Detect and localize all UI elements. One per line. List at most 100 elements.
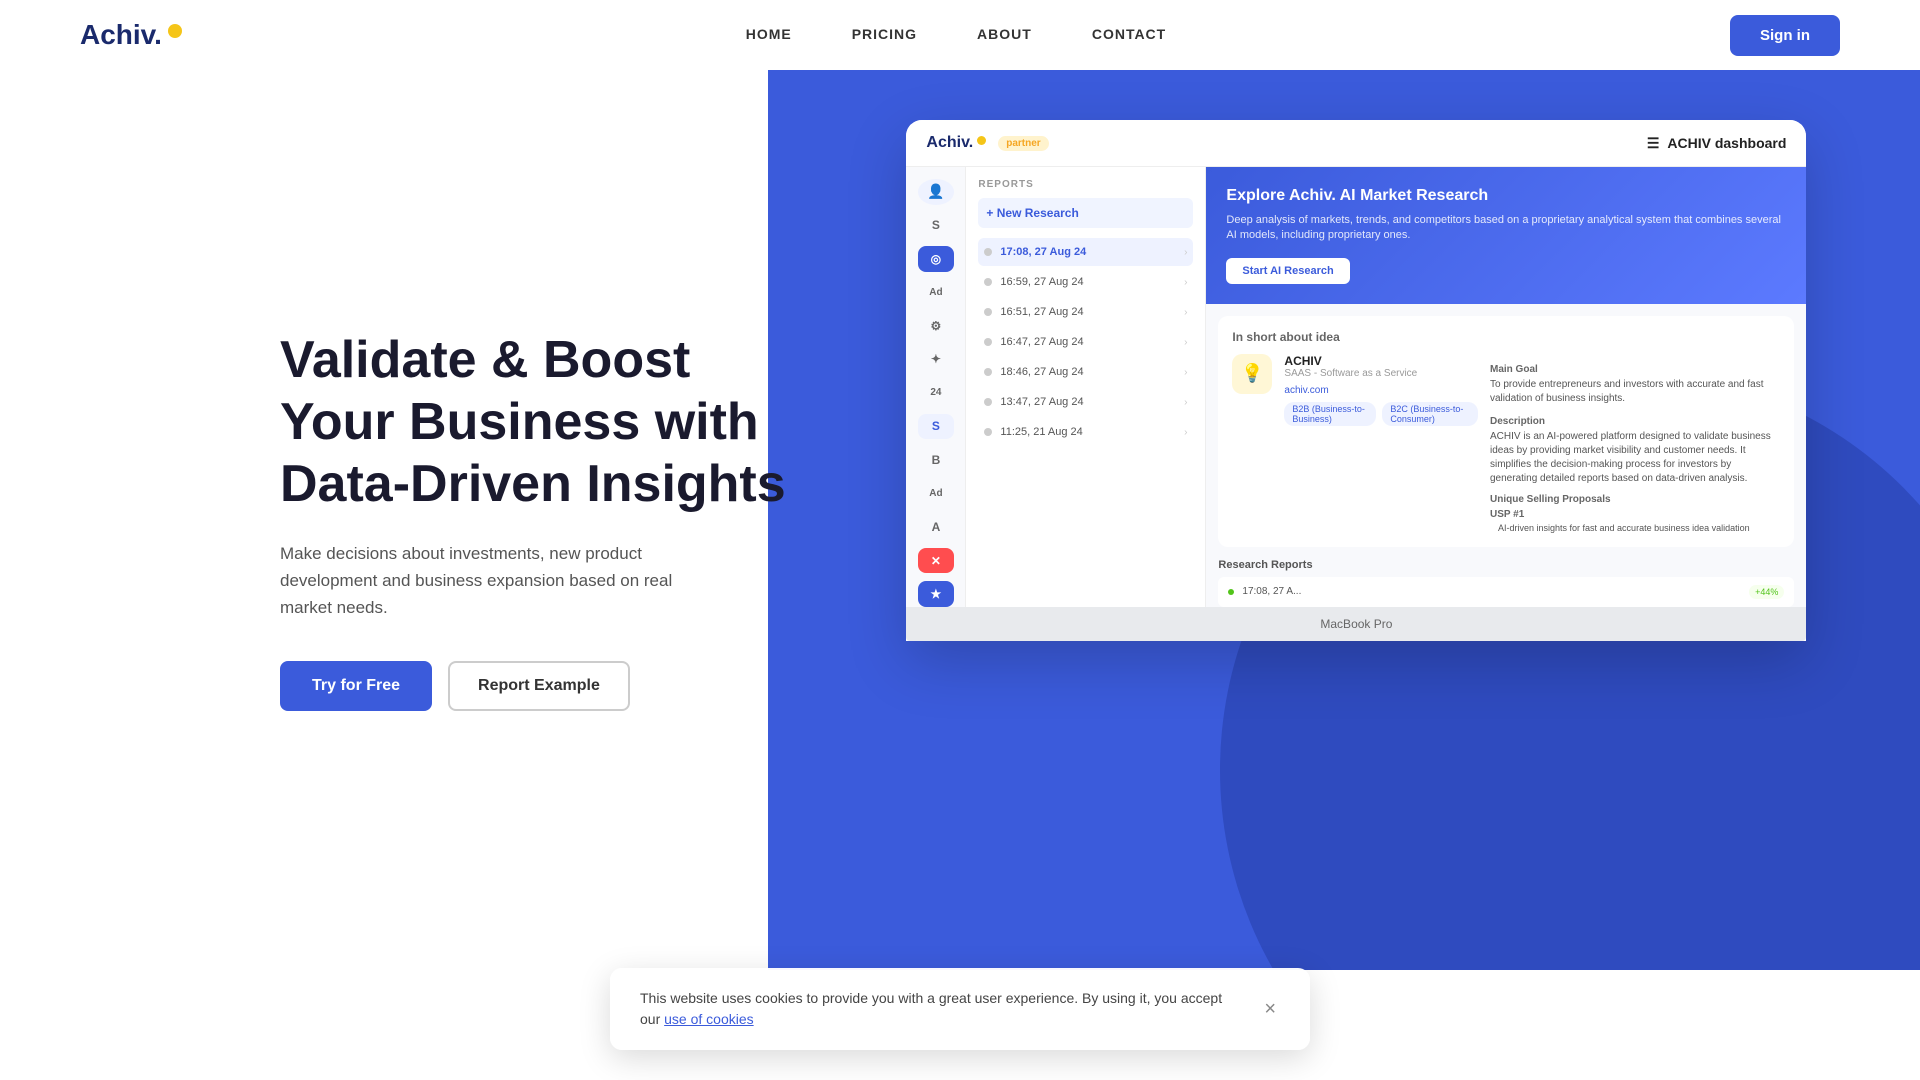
hero-headline: Validate & Boost Your Business with Data… (280, 329, 864, 516)
sidebar-icon-star2[interactable]: ★ (918, 581, 954, 607)
cookie-close-button[interactable]: × (1260, 998, 1280, 1021)
hero-section: Validate & Boost Your Business with Data… (0, 70, 1920, 970)
idea-section-title: In short about idea (1232, 330, 1780, 344)
nav-home[interactable]: HOME (746, 26, 792, 42)
idea-icon: 💡 (1232, 354, 1272, 394)
sidebar-avatar: 👤 (918, 179, 954, 205)
tag-b2b: B2B (Business-to-Business) (1284, 402, 1376, 426)
sidebar-icon-24[interactable]: 24 (918, 380, 954, 406)
dashboard-logo-dot (977, 136, 986, 145)
report-example-button[interactable]: Report Example (448, 661, 630, 711)
report-row-text: 17:08, 27 A... (1242, 586, 1741, 597)
description-section: Description ACHIV is an AI-powered platf… (1490, 416, 1780, 486)
hero-buttons: Try for Free Report Example (280, 661, 864, 711)
headline-line2: Your Business with (280, 393, 759, 451)
arrow-icon-3: › (1184, 337, 1187, 348)
report-dot-3 (984, 338, 992, 346)
start-ai-research-button[interactable]: Start AI Research (1226, 258, 1349, 284)
dashboard-logo: Achiv. partner (926, 134, 1048, 152)
tag-b2c: B2C (Business-to-Consumer) (1382, 402, 1478, 426)
navbar: Achiv. HOME PRICING ABOUT CONTACT Sign i… (0, 0, 1920, 70)
dashboard-title: ACHIV dashboard (1667, 135, 1786, 151)
main-goal-text: To provide entrepreneurs and investors w… (1490, 378, 1780, 406)
idea-description-column: Main Goal To provide entrepreneurs and i… (1490, 364, 1780, 533)
report-item-1[interactable]: 16:59, 27 Aug 24 › (978, 268, 1193, 296)
usp-sub-label: USP #1 (1490, 509, 1780, 520)
sidebar-icon-close[interactable]: ✕ (918, 548, 954, 574)
sidebar-icon-a[interactable]: A (918, 514, 954, 540)
usp-section: Unique Selling Proposals USP #1 AI-drive… (1490, 494, 1780, 533)
idea-link[interactable]: achiv.com (1284, 385, 1478, 396)
report-item-2[interactable]: 16:51, 27 Aug 24 › (978, 298, 1193, 326)
sidebar-icon-settings[interactable]: ⚙ (918, 313, 954, 339)
dashboard-mockup: Achiv. partner ☰ ACHIV dashboard 👤 S (806, 120, 1920, 641)
arrow-icon-0: › (1184, 247, 1187, 258)
sidebar-icon-s2[interactable]: S (918, 414, 954, 440)
hamburger-icon: ☰ (1647, 135, 1660, 152)
banner-description: Deep analysis of markets, trends, and co… (1226, 213, 1786, 244)
usp-label: Unique Selling Proposals (1490, 494, 1780, 505)
report-dot-1 (984, 278, 992, 286)
dashboard-title-row: ☰ ACHIV dashboard (1647, 135, 1787, 152)
idea-tags: B2B (Business-to-Business) B2C (Business… (1284, 402, 1478, 426)
idea-card: 💡 ACHIV SAAS - Software as a Service ach… (1232, 354, 1780, 533)
nav-links: HOME PRICING ABOUT CONTACT (746, 26, 1167, 44)
dashboard-badge: partner (998, 136, 1048, 151)
sidebar-icon-s[interactable]: S (918, 213, 954, 239)
report-item-0[interactable]: 17:08, 27 Aug 24 › (978, 238, 1193, 266)
macbook-label: MacBook Pro (906, 607, 1806, 641)
cookie-link[interactable]: use of cookies (664, 1011, 754, 1027)
sidebar-icon-ad[interactable]: Ad (918, 280, 954, 306)
report-item-6[interactable]: 11:25, 21 Aug 24 › (978, 418, 1193, 446)
report-text-0: 17:08, 27 Aug 24 (1000, 246, 1176, 258)
idea-sub: SAAS - Software as a Service (1284, 368, 1478, 379)
arrow-icon-1: › (1184, 277, 1187, 288)
description-label: Description (1490, 416, 1780, 427)
arrow-icon-2: › (1184, 307, 1187, 318)
arrow-icon-5: › (1184, 397, 1187, 408)
report-text-6: 11:25, 21 Aug 24 (1000, 426, 1176, 438)
report-text-3: 16:47, 27 Aug 24 (1000, 336, 1176, 348)
hero-subtitle: Make decisions about investments, new pr… (280, 540, 700, 622)
sidebar-icon-ad2[interactable]: Ad (918, 481, 954, 507)
try-free-button[interactable]: Try for Free (280, 661, 432, 711)
signin-button[interactable]: Sign in (1730, 15, 1840, 56)
panel-title: REPORTS (978, 179, 1193, 190)
cookie-banner: This website uses cookies to provide you… (610, 968, 1310, 1050)
new-research-button[interactable]: + New Research (978, 198, 1193, 228)
sidebar-icon-circle[interactable]: ◎ (918, 246, 954, 272)
nav-pricing[interactable]: PRICING (852, 26, 917, 42)
headline-line1: Validate & Boost (280, 331, 690, 389)
logo-text: Achiv. (80, 19, 162, 51)
report-badge: +44% (1749, 585, 1784, 599)
description-text: ACHIV is an AI-powered platform designed… (1490, 430, 1780, 486)
report-dot-6 (984, 428, 992, 436)
arrow-icon-4: › (1184, 367, 1187, 378)
headline-line3: Data-Driven Insights (280, 455, 786, 513)
idea-info: ACHIV SAAS - Software as a Service achiv… (1284, 354, 1478, 426)
sidebar-icon-star[interactable]: ✦ (918, 347, 954, 373)
dashboard-window: Achiv. partner ☰ ACHIV dashboard 👤 S (906, 120, 1806, 641)
dashboard-main: Explore Achiv. AI Market Research Deep a… (1206, 167, 1806, 607)
report-dot (984, 248, 992, 256)
usp-text: AI-driven insights for fast and accurate… (1498, 523, 1780, 533)
dashboard-sidebar: 👤 S ◎ Ad ⚙ ✦ 24 S B Ad A ✕ ★ (906, 167, 966, 607)
report-item-3[interactable]: 16:47, 27 Aug 24 › (978, 328, 1193, 356)
dashboard-body: 👤 S ◎ Ad ⚙ ✦ 24 S B Ad A ✕ ★ R (906, 167, 1806, 607)
sidebar-icon-b[interactable]: B (918, 447, 954, 473)
report-summary-row: 17:08, 27 A... +44% (1218, 577, 1794, 607)
report-dot-2 (984, 308, 992, 316)
reports-panel: REPORTS + New Research 17:08, 27 Aug 24 … (966, 167, 1206, 607)
report-item-5[interactable]: 13:47, 27 Aug 24 › (978, 388, 1193, 416)
logo-dot-icon (168, 24, 182, 38)
report-item-4[interactable]: 18:46, 27 Aug 24 › (978, 358, 1193, 386)
cookie-text: This website uses cookies to provide you… (640, 988, 1244, 1030)
green-dot-icon (1228, 589, 1234, 595)
nav-contact[interactable]: CONTACT (1092, 26, 1166, 42)
arrow-icon-6: › (1184, 427, 1187, 438)
main-goal-label: Main Goal (1490, 364, 1780, 375)
nav-about[interactable]: ABOUT (977, 26, 1032, 42)
report-text-1: 16:59, 27 Aug 24 (1000, 276, 1176, 288)
report-text-2: 16:51, 27 Aug 24 (1000, 306, 1176, 318)
logo[interactable]: Achiv. (80, 19, 182, 51)
